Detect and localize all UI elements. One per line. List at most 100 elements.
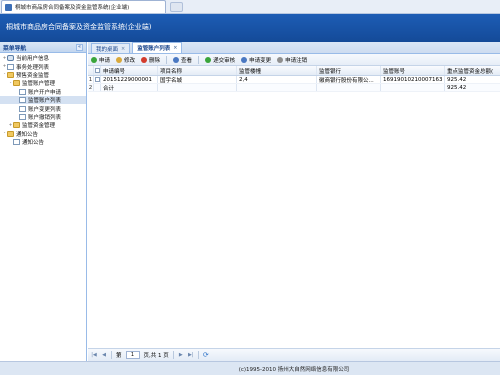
account-grid: 申请编号 项目名称 监管楼幢 监管银行 监管账号 重点监管资金总额( 1 2015… — [88, 66, 500, 92]
sidebar-item[interactable]: - 监管账户管理 — [0, 79, 86, 87]
app-title: 桐城市商品房合同备案及资金监管系统(企业端) — [6, 23, 152, 31]
table-row[interactable]: 2 合计 925.42 — [88, 84, 500, 92]
sidebar-item[interactable]: 通知公告 — [0, 138, 86, 146]
sidebar-item[interactable]: - 预售资金监管 — [0, 71, 86, 79]
sidebar-item-label: 账户撤销列表 — [28, 114, 62, 121]
sidebar-title: 菜单导航 — [3, 45, 27, 52]
content-tab[interactable]: 我的桌面 × — [91, 43, 131, 53]
sidebar-item-label: 事务处理列表 — [16, 64, 50, 71]
column-header-project-name[interactable]: 项目名称 — [158, 66, 237, 75]
toolbar-button-label: 查看 — [181, 57, 193, 64]
view-icon — [173, 56, 180, 63]
tab-label: 我的桌面 — [96, 46, 119, 53]
document-icon — [19, 88, 26, 95]
toolbar-button-label: 递交审核 — [213, 57, 236, 64]
table-cell: 合计 — [101, 84, 158, 91]
toolbar-button-label: 申请 — [99, 57, 111, 64]
last-page-icon[interactable]: ▶| — [188, 352, 194, 358]
pager-separator — [111, 351, 112, 359]
prev-page-icon[interactable]: ◀ — [101, 352, 107, 358]
refresh-icon[interactable]: ⟳ — [203, 352, 209, 359]
column-header-account-no[interactable]: 监管账号 — [381, 66, 445, 75]
pager-separator — [197, 351, 199, 359]
row-select-cell[interactable] — [94, 84, 101, 91]
toolbar-button-label: 申请变更 — [249, 57, 272, 64]
sidebar-item[interactable]: 账户开户申请 — [0, 88, 86, 96]
new-tab-button[interactable] — [170, 2, 183, 12]
page-label: 第 — [116, 353, 122, 359]
table-cell: 16919010210007163 17 — [383, 76, 445, 83]
page-favicon-icon — [5, 3, 12, 11]
collapse-sidebar-icon[interactable]: « — [76, 43, 83, 51]
change-icon — [241, 56, 248, 63]
sidebar-item[interactable]: - 通知公告 — [0, 130, 86, 138]
document-icon — [7, 63, 14, 70]
toolbar-separator — [198, 55, 200, 64]
table-cell — [158, 84, 237, 91]
select-all-header[interactable] — [94, 66, 101, 75]
sidebar-item-label: 账户开户申请 — [28, 89, 62, 96]
content-tabs: 我的桌面 × 监管账户列表 × — [88, 42, 500, 54]
toolbar-button[interactable]: 申请注销 — [277, 56, 307, 64]
page-total-text: 页,共 1 页 — [143, 353, 169, 359]
toolbar-button[interactable]: 修改 — [116, 56, 135, 64]
user-icon — [7, 55, 14, 62]
toolbar-button-label: 修改 — [124, 57, 136, 64]
sidebar: 菜单导航 « + 当前用户信息 + 事务处理列表 - 预售资金监管 - 监管账户管理 账户开户申… — [0, 42, 87, 375]
folder-icon — [7, 130, 14, 137]
sidebar-header: 菜单导航 « — [0, 42, 86, 53]
column-header-application-no[interactable]: 申请编号 — [101, 66, 158, 75]
column-header-buildings[interactable]: 监管楼幢 — [237, 66, 317, 75]
row-checkbox[interactable] — [94, 77, 100, 82]
tab-label: 监管账户列表 — [137, 46, 171, 52]
pagination-bar: |◀ ◀ 第 1 页,共 1 页 ▶ ▶| ⟳ — [88, 348, 500, 361]
toolbar-button[interactable]: 申请变更 — [241, 56, 271, 64]
column-header-bank[interactable]: 监管银行 — [317, 66, 381, 75]
copyright-text: (c)1995-2010 扬州大自然网络信息有限公司 — [238, 366, 350, 373]
browser-tab[interactable]: 桐城市商品房合同备案及资金监管系统(企业端) — [1, 0, 166, 13]
browser-tab-strip: 桐城市商品房合同备案及资金监管系统(企业端) — [0, 0, 500, 14]
folder-icon — [7, 71, 14, 78]
table-cell — [317, 84, 381, 91]
table-cell — [381, 84, 445, 91]
sidebar-item[interactable]: 账户变更列表 — [0, 104, 86, 113]
sidebar-item-label: 监管账户管理 — [22, 81, 56, 88]
toolbar-button[interactable]: 递交审核 — [205, 56, 235, 64]
sidebar-item[interactable]: + 监管资金管理 — [0, 121, 86, 129]
toolbar-button[interactable]: 申请 — [91, 56, 110, 64]
table-cell: 2,4 — [237, 76, 317, 83]
sidebar-item[interactable]: + 事务处理列表 — [0, 62, 86, 71]
sidebar-item-label: 监管账户列表 — [28, 98, 62, 105]
sidebar-item[interactable]: 监管账户列表 — [0, 95, 86, 105]
table-row[interactable]: 1 20151229000001 国宇名城 2,4 徽商银行股份有限公... 169190… — [88, 76, 500, 84]
main-panel: 我的桌面 × 监管账户列表 × 申请 修改 删除 查看 递交审核 申请变更 申请注销 申请编号 项… — [88, 42, 500, 375]
next-page-icon[interactable]: ▶ — [178, 352, 184, 358]
pager-separator — [172, 351, 174, 359]
folder-icon — [13, 80, 20, 87]
sidebar-item-label: 账户变更列表 — [28, 106, 62, 113]
grid-body: 1 20151229000001 国宇名城 2,4 徽商银行股份有限公... 169190… — [88, 76, 500, 92]
page-number-input[interactable]: 1 — [125, 351, 140, 359]
nav-tree: + 当前用户信息 + 事务处理列表 - 预售资金监管 - 监管账户管理 账户开户申请 监管账户列表… — [0, 53, 86, 146]
toolbar-button-label: 申请注销 — [285, 57, 308, 64]
row-select-cell[interactable] — [94, 76, 101, 83]
close-tab-icon[interactable]: × — [173, 45, 177, 51]
grid-toolbar: 申请 修改 删除 查看 递交审核 申请变更 申请注销 — [88, 54, 500, 66]
table-cell: 20151229000001 — [101, 76, 158, 83]
document-icon — [19, 113, 26, 120]
first-page-icon[interactable]: |◀ — [91, 352, 97, 358]
sidebar-item-label: 通知公告 — [22, 140, 45, 147]
grid-header-row: 申请编号 项目名称 监管楼幢 监管银行 监管账号 重点监管资金总额( — [88, 66, 500, 76]
toolbar-button[interactable]: 查看 — [173, 56, 192, 64]
sidebar-item[interactable]: 账户撤销列表 — [0, 113, 86, 121]
close-tab-icon[interactable]: × — [121, 46, 125, 52]
footer: (c)1995-2010 扬州大自然网络信息有限公司 — [88, 361, 500, 375]
toolbar-button-label: 删除 — [149, 57, 161, 64]
delete-icon — [141, 56, 148, 63]
content-tab[interactable]: 监管账户列表 × — [132, 42, 183, 53]
document-icon — [13, 139, 20, 146]
sidebar-item[interactable]: + 当前用户信息 — [0, 54, 86, 62]
toolbar-button[interactable]: 删除 — [141, 56, 160, 64]
column-header-total-funds[interactable]: 重点监管资金总额( — [445, 66, 500, 75]
select-all-checkbox[interactable] — [94, 68, 100, 73]
